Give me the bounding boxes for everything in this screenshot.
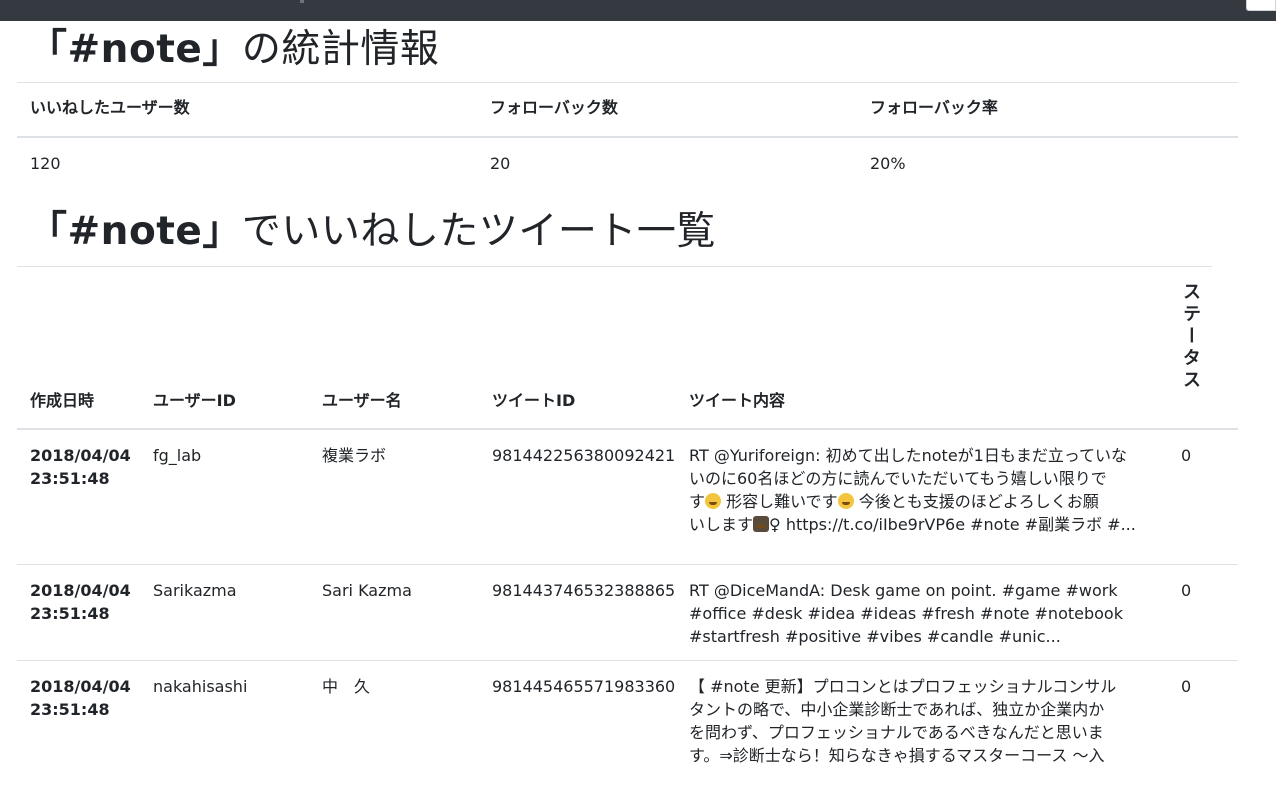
stats-title: 「#note」の統計情報 [28,27,440,72]
stats-value-liked-users: 120 [30,154,61,173]
tweets-title: 「#note」でいいねしたツイート一覧 [28,209,716,254]
nav-search-input[interactable] [1246,0,1276,11]
col-header-content: ツイート内容 [689,391,786,410]
row-tweet-content: RT @Yuriforeign: 初めて出したnoteが1日もまだ立っていな い… [689,446,1136,534]
col-header-created: 作成日時 [30,391,95,410]
stats-value-followback-rate: 20% [870,154,906,173]
divider [17,266,1212,267]
col-header-status: ステータス [1180,282,1201,392]
person-bowing-icon [753,516,770,532]
row-user-id: fg_lab [153,446,202,465]
row-date: 2018/04/04 [30,677,131,696]
row-date: 2018/04/04 [30,446,131,465]
divider [17,660,1238,661]
row-time: 23:51:48 [30,604,110,623]
row-status: 0 [1181,677,1192,696]
divider [17,136,1238,138]
row-tweet-content: RT @DiceMandA: Desk game on point. #game… [689,581,1123,646]
nav-link[interactable] [300,0,304,3]
row-date: 2018/04/04 [30,581,131,600]
row-tweet-content: 【 #note 更新】プロコンとはプロフェッショナルコンサル タントの略で、中小… [689,677,1117,765]
row-user-id: nakahisashi [153,677,248,696]
divider [17,564,1238,565]
stats-value-followback-count: 20 [490,154,511,173]
top-navbar [0,0,1276,21]
row-time: 23:51:48 [30,700,110,719]
row-tweet-id: 981442256380092421 [492,446,676,465]
sweat-smile-icon [837,493,854,509]
row-user-name: Sari Kazma [322,581,412,600]
divider [17,82,1238,83]
row-time: 23:51:48 [30,469,110,488]
stats-header-liked-users: いいねしたユーザー数 [30,98,190,117]
row-user-name: 中 久 [322,677,371,696]
row-tweet-id: 981443746532388865 [492,581,676,600]
crying-face-icon [705,493,722,509]
col-header-tweet-id: ツイートID [492,391,576,410]
row-status: 0 [1181,446,1192,465]
row-user-name: 複業ラボ [322,446,387,465]
row-tweet-id: 981445465571983360 [492,677,676,696]
row-status: 0 [1181,581,1192,600]
stats-header-followback-count: フォローバック数 [490,98,618,117]
col-header-user-name: ユーザー名 [322,391,402,410]
stats-header-followback-rate: フォローバック率 [870,98,998,117]
divider [17,428,1238,430]
row-user-id: Sarikazma [153,581,237,600]
col-header-user-id: ユーザーID [153,391,236,410]
